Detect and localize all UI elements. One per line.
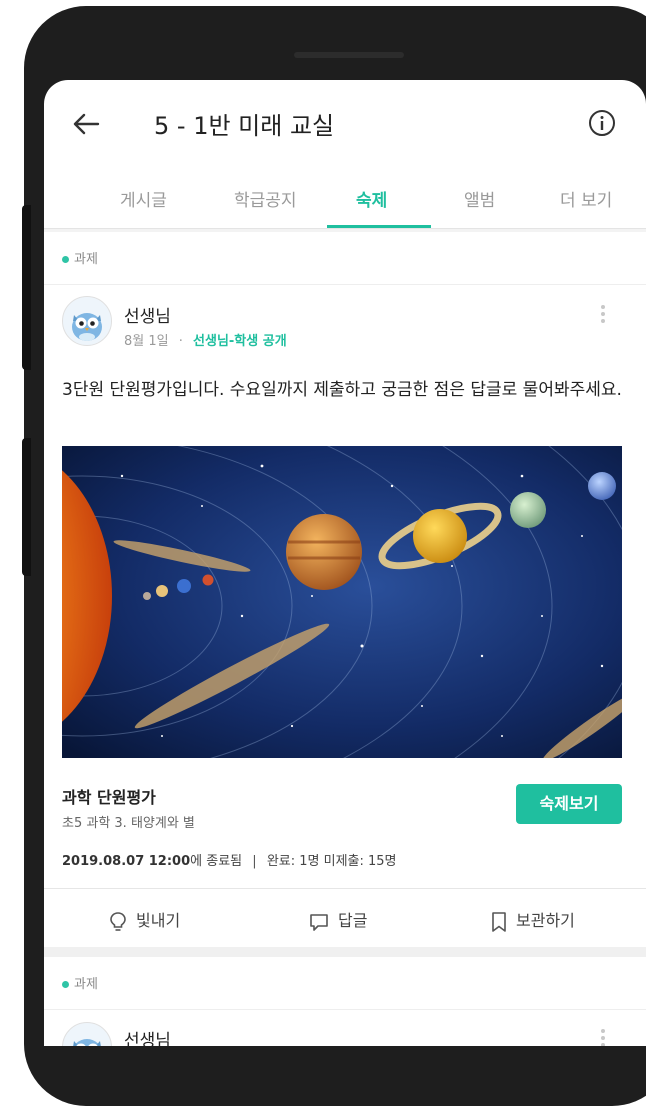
power-button bbox=[22, 438, 31, 576]
post-separator bbox=[44, 947, 646, 957]
homework-status: 2019.08.07 12:00에 종료됨 | 완료: 1명 미제출: 15명 bbox=[62, 850, 397, 869]
more-options-icon[interactable] bbox=[600, 302, 606, 328]
reply-label: 답글 bbox=[338, 911, 368, 930]
tab-more[interactable]: 더 보기 bbox=[560, 186, 612, 211]
section-label: 과제 bbox=[74, 977, 98, 992]
volume-button bbox=[22, 205, 31, 370]
post-date: 8월 1일 bbox=[124, 334, 169, 349]
section-header: 과제 bbox=[44, 957, 646, 1010]
avatar[interactable] bbox=[62, 1022, 112, 1046]
arrow-left-icon[interactable] bbox=[68, 106, 104, 142]
save-label: 보관하기 bbox=[516, 911, 575, 930]
tab-homework[interactable]: 숙제 bbox=[356, 186, 387, 211]
tab-posts[interactable]: 게시글 bbox=[120, 186, 167, 211]
app-bar: 5 - 1반 미래 교실 bbox=[44, 80, 646, 168]
like-label: 빛내기 bbox=[136, 911, 181, 930]
section-label: 과제 bbox=[74, 252, 98, 267]
save-button[interactable]: 보관하기 bbox=[490, 907, 575, 933]
tab-album[interactable]: 앨범 bbox=[464, 186, 495, 211]
view-homework-button[interactable]: 숙제보기 bbox=[516, 784, 622, 824]
homework-title: 과학 단원평가 bbox=[62, 788, 156, 807]
post-actions: 빛내기 답글 보관하기 bbox=[44, 889, 646, 947]
status-separator: | bbox=[252, 854, 257, 869]
solar-system-image[interactable] bbox=[44, 315, 643, 897]
app-screen: 5 - 1반 미래 교실 게시글 학급공지 숙제 앨범 더 보기 과제 선생님 … bbox=[44, 80, 646, 1046]
post-meta: 8월 1일 · 선생님-학생 공개 bbox=[124, 334, 287, 349]
homework-subtitle: 초5 과학 3. 태양계와 별 bbox=[62, 816, 195, 831]
post-body: 3단원 단원평가입니다. 수요일까지 제출하고 궁금한 점은 답글로 물어봐주세… bbox=[62, 380, 622, 400]
page-title: 5 - 1반 미래 교실 bbox=[154, 112, 335, 140]
tab-bar: 게시글 학급공지 숙제 앨범 더 보기 bbox=[44, 172, 646, 229]
comment-icon bbox=[310, 913, 328, 931]
dot-icon bbox=[62, 256, 69, 263]
info-circle-icon[interactable] bbox=[587, 108, 617, 138]
deadline-suffix: 에 종료됨 bbox=[190, 854, 243, 869]
section-header: 과제 bbox=[44, 232, 646, 285]
submission-status: 완료: 1명 미제출: 15명 bbox=[266, 854, 397, 869]
visibility-label: 선생님-학생 공개 bbox=[193, 334, 287, 349]
post-author: 선생님 bbox=[124, 307, 171, 327]
avatar[interactable] bbox=[62, 296, 112, 346]
bookmark-icon bbox=[492, 911, 506, 932]
like-button[interactable]: 빛내기 bbox=[108, 907, 180, 933]
tab-class-notice[interactable]: 학급공지 bbox=[234, 186, 297, 211]
lightbulb-icon bbox=[110, 911, 126, 931]
tab-indicator bbox=[327, 225, 431, 228]
dot-icon bbox=[62, 981, 69, 988]
deadline-date: 2019.08.07 12:00 bbox=[62, 854, 191, 869]
post-author: 선생님 bbox=[124, 1031, 171, 1046]
more-options-icon[interactable] bbox=[600, 1026, 606, 1046]
reply-button[interactable]: 답글 bbox=[308, 907, 367, 933]
speaker bbox=[294, 52, 404, 58]
